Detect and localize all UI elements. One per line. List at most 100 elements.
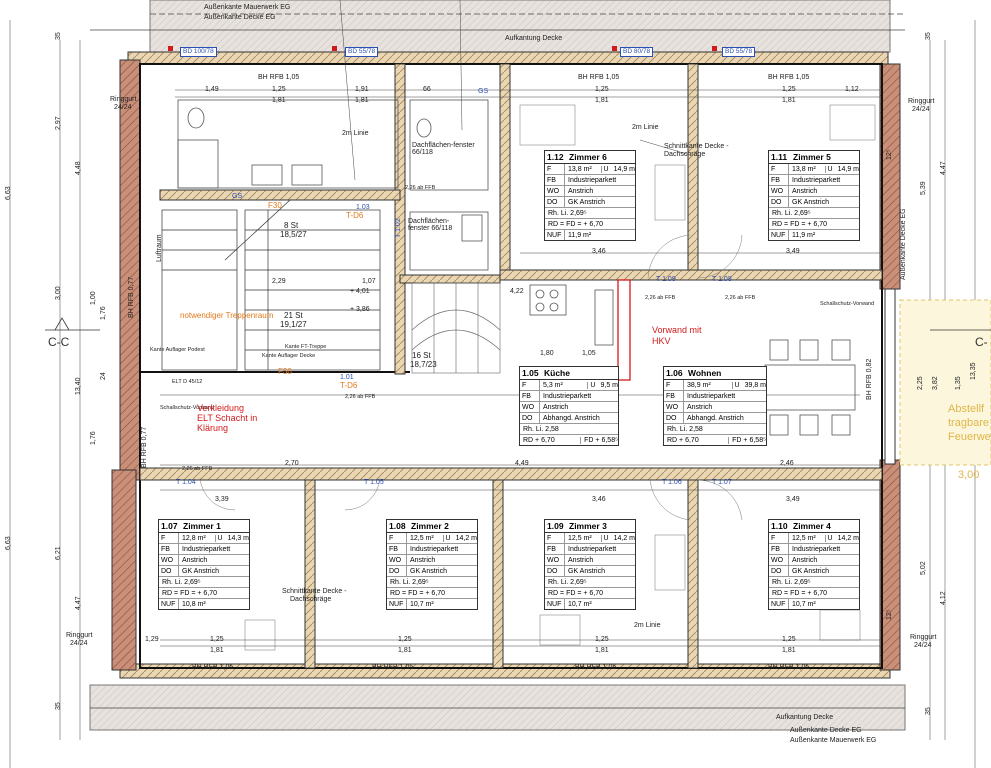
room-fd: FD + 6,58⁵ [728,436,766,444]
dim-bot-row2-4: 1,81 [782,647,796,654]
stair-kante-podest: Kante Auflager Podest [150,347,205,353]
room-wall: Anstrich [410,556,436,564]
window-tag-3: BD 80/78 [620,47,654,57]
room-ceiling: GK Anstrich [410,567,447,575]
main-staircase [161,199,381,371]
room-height: Rh. Li. 2,69⁵ [772,209,811,217]
room-fd: FD + 6,58⁵ [580,436,618,444]
room-stamp-1-10: 1.10 Zimmer 4 F 12,5 m² U 14,2 m FB Industrie… [768,519,860,610]
decke-eg-vertical: Außenkante Decke EG [900,208,907,280]
stair-upper-ratio: 18,5/27 [280,230,307,239]
room-area: 13,8 m² [792,165,816,173]
stair-luftraum: Luftraum [156,234,163,262]
room-floor: Industrieparkett [568,545,617,553]
door-106: T 1.06 [662,479,682,486]
dim-top2-1: 1,81 [272,97,286,104]
room-wall: Anstrich [568,187,594,195]
room-perimeter: 14,2 m [837,534,859,542]
room-number: 1.09 [547,521,564,531]
bath-gs-b: GS [232,193,243,200]
dim-bottom-b: 4,49 [515,460,529,467]
note-linie-b: 2m Linie [634,622,661,629]
section-label-right: C- [975,335,988,349]
dim-right-9: 4,12 [940,591,947,605]
dim-left-9: 1,76 [90,431,97,445]
door-104: T 1.04 [176,479,196,486]
dim-mid-e: 1,05 [582,350,596,357]
dim-right-2: 4,47 [940,161,947,175]
room-wall: Anstrich [792,187,818,195]
room-stamp-1-07: 1.07 Zimmer 1 F 12,8 m² U 14,3 m FB Industrie… [158,519,250,610]
room-nuf: 10,7 m² [792,600,816,608]
room-name: Zimmer 4 [793,521,831,531]
dim-bottom-a: 2,70 [285,460,299,467]
room-ceiling: GK Anstrich [568,198,605,206]
bottom-label-aufkantung: Aufkantung Decke [776,714,834,721]
room-height: Rh. Li. 2,58 [667,425,703,433]
bottom-label-decke: Außenkante Decke EG [790,727,862,734]
dim-bottom-f: 3,49 [786,496,800,503]
note-verkleidung-3: Klärung [197,423,229,433]
room-perimeter: 39,8 m [744,381,766,389]
bathroom-fixtures [177,99,489,271]
room-nuf: 10,7 m² [410,600,434,608]
room-name: Wohnen [688,368,722,378]
right-overlay-line-1: Abstellf [948,403,985,415]
room-area: 5,3 m² [543,381,563,389]
room-103: 1.03 [356,204,370,211]
room-area: 12,8 m² [182,534,206,542]
room-101: 1.01 [340,374,354,381]
dim-top2-3: 1,81 [595,97,609,104]
room-name: Zimmer 2 [411,521,449,531]
room-ceiling: GK Anstrich [792,198,829,206]
dim-right-6: 2,25 [917,376,924,390]
room-area: 13,8 m² [568,165,592,173]
ringgurt-label-br: Ringgurt [910,634,937,641]
note-schnittkante-top-2: Dachschräge [664,151,706,158]
dim-right-12: 12⁵ [886,609,893,620]
room-name: Küche [544,368,570,378]
note-verkleidung-1: Verkleidung [197,403,245,413]
room-stamp-1-05: 1.05 Küche F 5,3 m² U 9,5 m FB Industrieparke… [519,366,619,446]
ringgurt-size-tr: 24/24 [912,106,930,113]
room-stamp-1-06: 1.06 Wohnen F 38,9 m² U 39,8 m FB Industriepa… [663,366,767,446]
top-label-mauerwerk: Außenkante Mauerwerk EG [204,4,291,11]
door-105: T 1.05 [364,479,384,486]
dim-mid-d: 1,80 [540,350,554,357]
room-height: Rh. Li. 2,69⁵ [162,578,201,586]
room-nuf: 11,9 m² [568,231,592,239]
dim-left-13: 6,63 [5,186,12,200]
room-perimeter: 9,5 m [600,381,618,389]
dim-bottom-d: 3,39 [215,496,229,503]
dim-bot-row-4: 1,25 [595,636,609,643]
bh-left-2: BH RFB 0,77 [141,426,148,468]
schallschutz-right: Schallschutz-Vorwand [820,301,875,307]
dim-mid-b: 3,49 [786,248,800,255]
dim-bot-row-3: 1,25 [398,636,412,643]
room-nuf: 10,7 m² [568,600,592,608]
dim-top-5: 1,25 [595,86,609,93]
stair-t-d6-a: T-D6 [346,211,364,220]
dim-left-6: 1,00 [90,291,97,305]
dim-bottom-e: 3,46 [592,496,606,503]
dim-top-7: 1,12 [845,86,859,93]
room-number: 1.11 [771,152,788,162]
section-label-left: C-C [48,335,70,349]
room-area: 12,5 m² [568,534,592,542]
room-number: 1.10 [771,521,788,531]
room-floor: Industrieparkett [687,392,736,400]
note-schnittkante-top-1: Schnittkante Decke - [664,143,729,150]
room-rd: RD + 6,70 [523,436,555,444]
dim-ffb-c: 2,26 ab FFB [725,295,756,301]
note-linie-a: 2m Linie [632,124,659,131]
dim-left-10: 6,21 [55,546,62,560]
dim-left-11: 4,47 [75,596,82,610]
stair-elt: ELT D 45/12 [172,379,203,385]
dim-bottom-c: 2,46 [780,460,794,467]
dim-bot-row-1: 1,29 [145,636,159,643]
dim-top-6: 1,25 [782,86,796,93]
room-name: Zimmer 6 [569,152,607,162]
room-wall: Anstrich [687,403,713,411]
kitchen-counter [529,279,631,381]
room-rd: RD = FD = + 6,70 [548,589,604,597]
